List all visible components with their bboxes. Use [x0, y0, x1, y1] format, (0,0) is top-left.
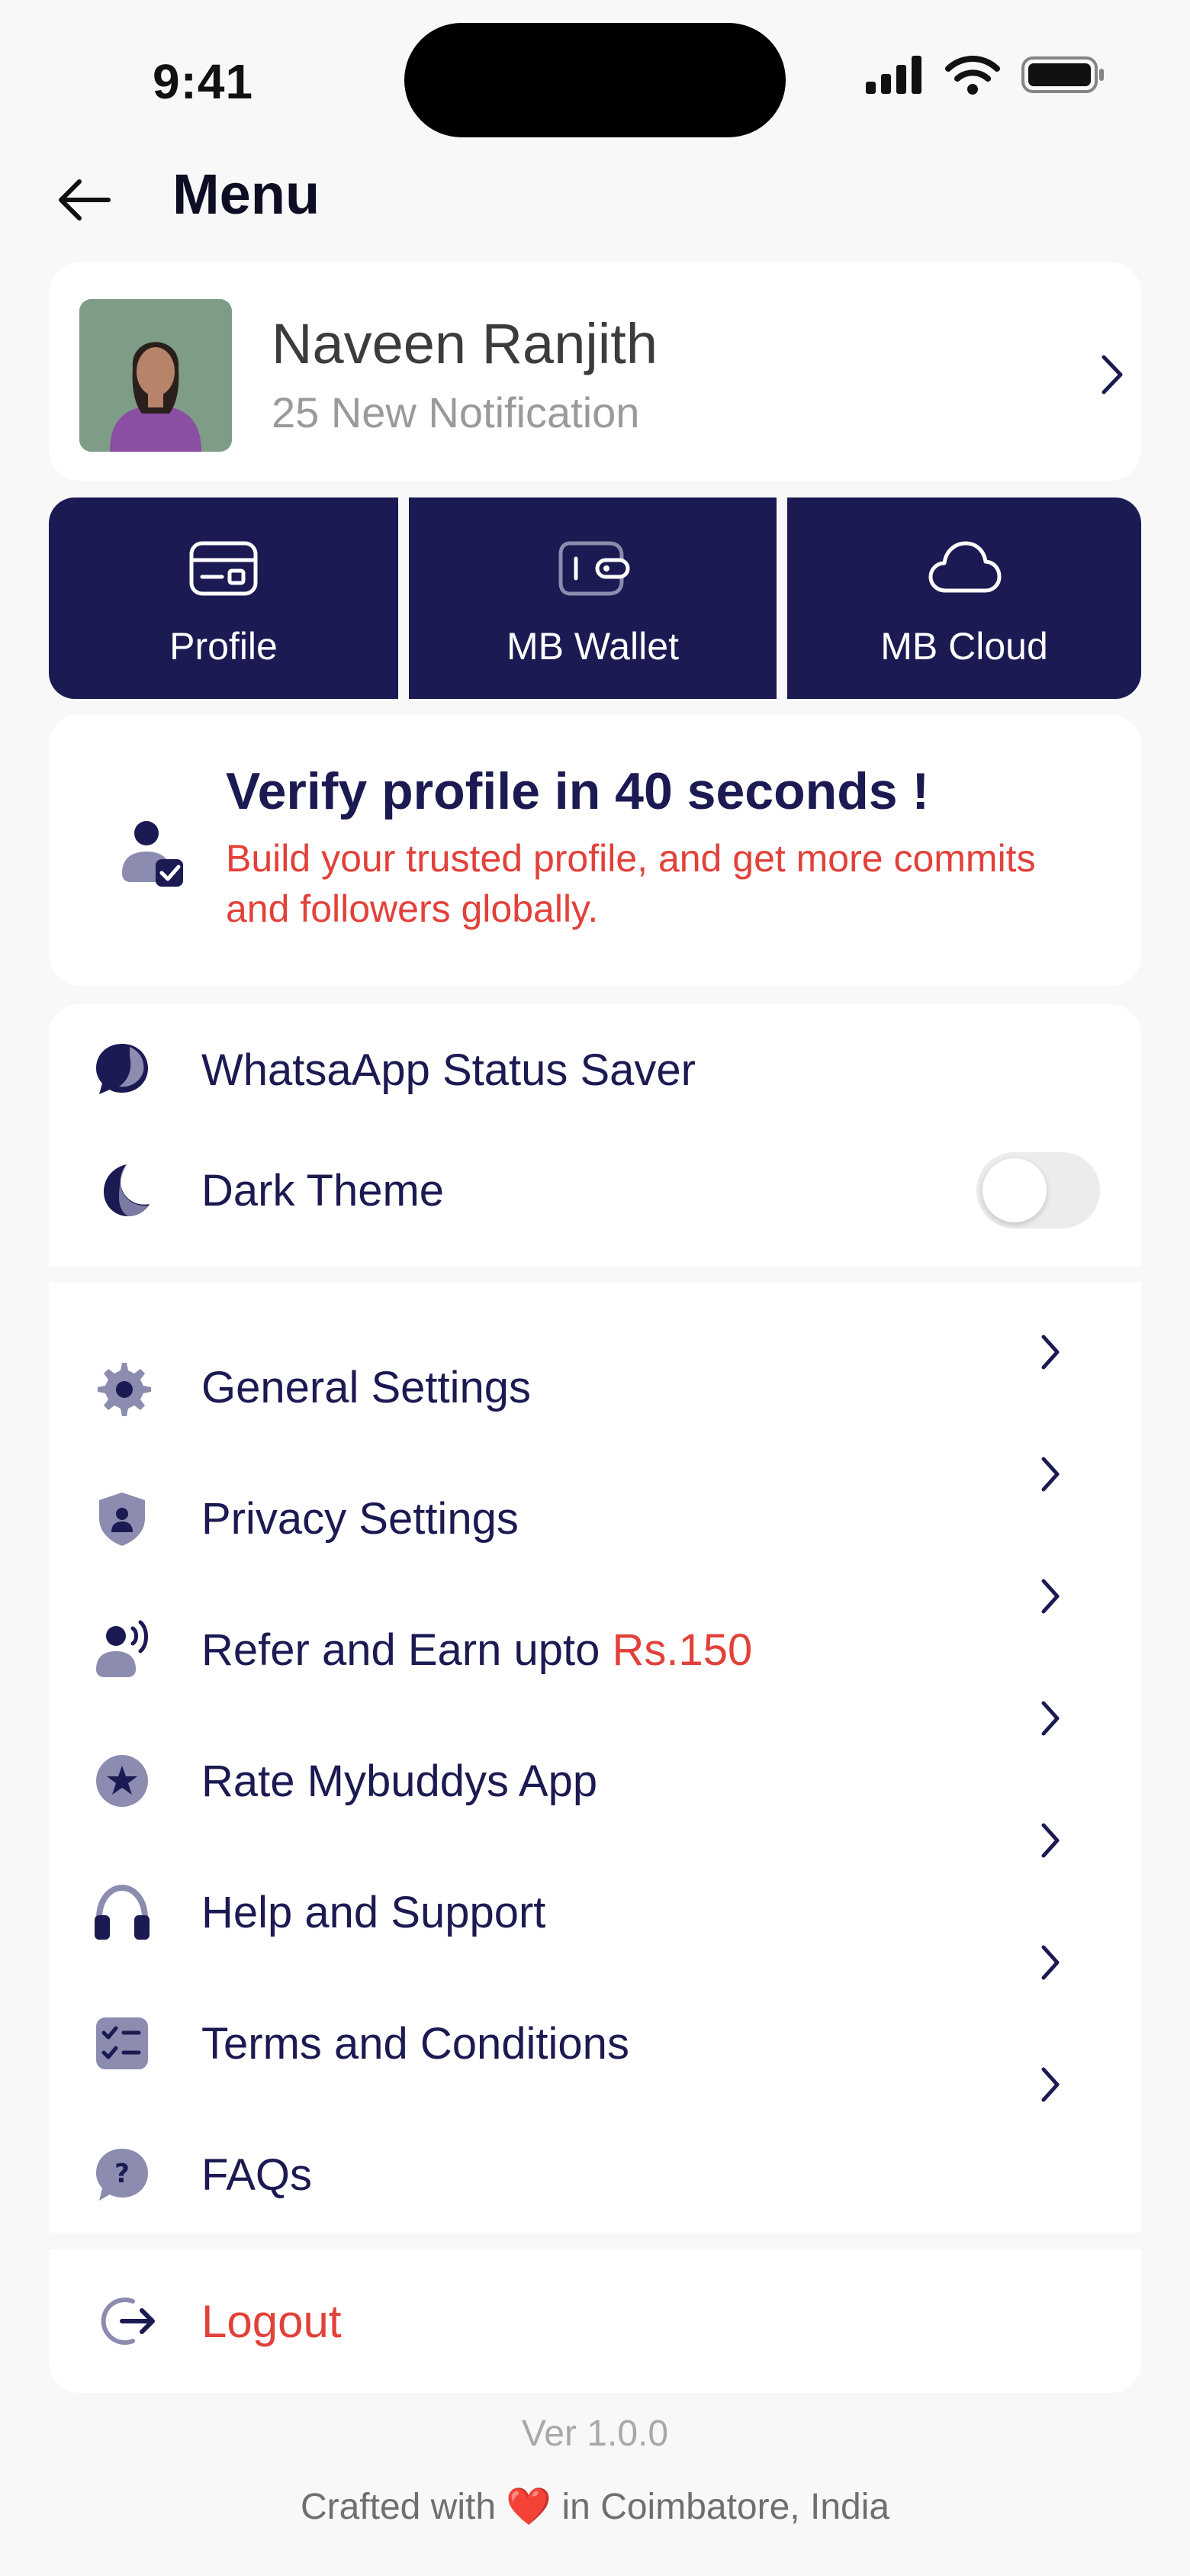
profile-name: Naveen Ranjith — [272, 312, 658, 375]
user-broadcast-icon — [96, 1620, 148, 1677]
svg-text:?: ? — [114, 2159, 130, 2189]
gear-icon — [98, 1363, 151, 1416]
logout-label: Logout — [201, 2296, 342, 2347]
help-and-support-item[interactable]: Help and Support — [49, 1876, 1141, 1949]
chevron-right-icon[interactable] — [1090, 348, 1133, 401]
crafted-prefix: Crafted with — [300, 2487, 497, 2527]
whatsapp-status-saver-label: WhatsaApp Status Saver — [201, 1045, 696, 1095]
refer-and-earn-label: Refer and Earn upto Rs.150 — [201, 1624, 752, 1676]
profile-card[interactable]: Naveen Ranjith 25 New Notification — [49, 262, 1141, 481]
logout-item[interactable]: Logout — [49, 2249, 1141, 2393]
whatsapp-status-saver-item[interactable]: WhatsaApp Status Saver — [49, 1035, 1141, 1105]
settings-list: General Settings Privacy Settings Refer … — [49, 1282, 1141, 2233]
chevron-right-icon[interactable] — [1031, 1451, 1069, 1497]
refer-amount: Rs.150 — [612, 1624, 753, 1675]
verify-profile-card[interactable]: Verify profile in 40 seconds ! Build you… — [49, 714, 1141, 986]
verify-subtitle: Build your trusted profile, and get more… — [226, 837, 1036, 930]
toggle-knob — [983, 1158, 1047, 1222]
wallet-icon — [558, 541, 630, 596]
chevron-right-icon[interactable] — [1031, 1940, 1069, 1985]
chevron-right-icon[interactable] — [1031, 1573, 1069, 1619]
refer-text: Refer and Earn upto — [201, 1624, 613, 1675]
chevron-right-icon[interactable] — [1031, 1329, 1069, 1375]
profile-button[interactable]: Profile — [49, 497, 398, 699]
toggles-section: WhatsaApp Status Saver Dark Theme — [49, 1004, 1141, 1267]
mb-wallet-button[interactable]: MB Wallet — [409, 497, 777, 699]
chat-bubble-icon — [96, 1044, 148, 1094]
privacy-settings-label: Privacy Settings — [201, 1493, 519, 1544]
faqs-label: FAQs — [201, 2149, 313, 2200]
faqs-item[interactable]: ? FAQs — [49, 2138, 1141, 2211]
dark-theme-label: Dark Theme — [201, 1165, 445, 1216]
profile-button-label: Profile — [169, 625, 278, 668]
general-settings-label: General Settings — [201, 1362, 532, 1412]
moon-icon — [104, 1164, 150, 1216]
terms-and-conditions-label: Terms and Conditions — [201, 2018, 629, 2069]
back-arrow-icon[interactable] — [53, 169, 114, 230]
mb-wallet-button-label: MB Wallet — [507, 625, 679, 668]
status-icons — [866, 55, 1105, 95]
chevron-right-icon[interactable] — [1031, 1695, 1069, 1741]
id-card-icon — [189, 541, 258, 596]
privacy-settings-item[interactable]: Privacy Settings — [49, 1482, 1141, 1555]
wifi-icon — [945, 56, 1000, 95]
signal-icon — [866, 56, 921, 94]
shield-user-icon — [99, 1492, 145, 1546]
chevron-right-icon[interactable] — [1031, 2062, 1069, 2107]
question-bubble-icon: ? — [96, 2149, 148, 2201]
avatar — [79, 299, 232, 452]
checklist-icon — [96, 2017, 148, 2069]
rate-app-label: Rate Mybuddys App — [201, 1756, 598, 1806]
star-icon — [96, 1755, 148, 1807]
dynamic-island — [404, 23, 786, 137]
status-time: 9:41 — [153, 54, 254, 109]
cloud-icon — [928, 541, 1002, 593]
refer-and-earn-item[interactable]: Refer and Earn upto Rs.150 — [49, 1613, 1141, 1686]
app-version: Ver 1.0.0 — [521, 2413, 669, 2454]
logout-icon — [101, 2297, 155, 2345]
headphones-icon — [95, 1884, 150, 1940]
mb-cloud-button-label: MB Cloud — [880, 625, 1048, 668]
help-and-support-label: Help and Support — [201, 1887, 546, 1937]
verified-user-icon — [122, 821, 183, 887]
verify-title: Verify profile in 40 seconds ! — [226, 762, 930, 820]
crafted-suffix: in Coimbatore, India — [561, 2487, 890, 2527]
crafted-note: Crafted with ❤️ in Coimbatore, India — [0, 2484, 1190, 2528]
page-title: Menu — [172, 163, 320, 226]
dark-theme-toggle[interactable] — [976, 1152, 1100, 1228]
battery-icon — [1021, 56, 1104, 93]
chevron-right-icon[interactable] — [1031, 1818, 1069, 1863]
profile-notification-count: 25 New Notification — [272, 388, 640, 436]
heart-icon: ❤️ — [506, 2487, 552, 2527]
terms-and-conditions-item[interactable]: Terms and Conditions — [49, 2007, 1141, 2080]
general-settings-item[interactable]: General Settings — [49, 1351, 1141, 1424]
mb-cloud-button[interactable]: MB Cloud — [787, 497, 1141, 699]
rate-app-item[interactable]: Rate Mybuddys App — [49, 1744, 1141, 1818]
quick-actions: Profile MB Wallet MB Cloud — [49, 497, 1141, 699]
